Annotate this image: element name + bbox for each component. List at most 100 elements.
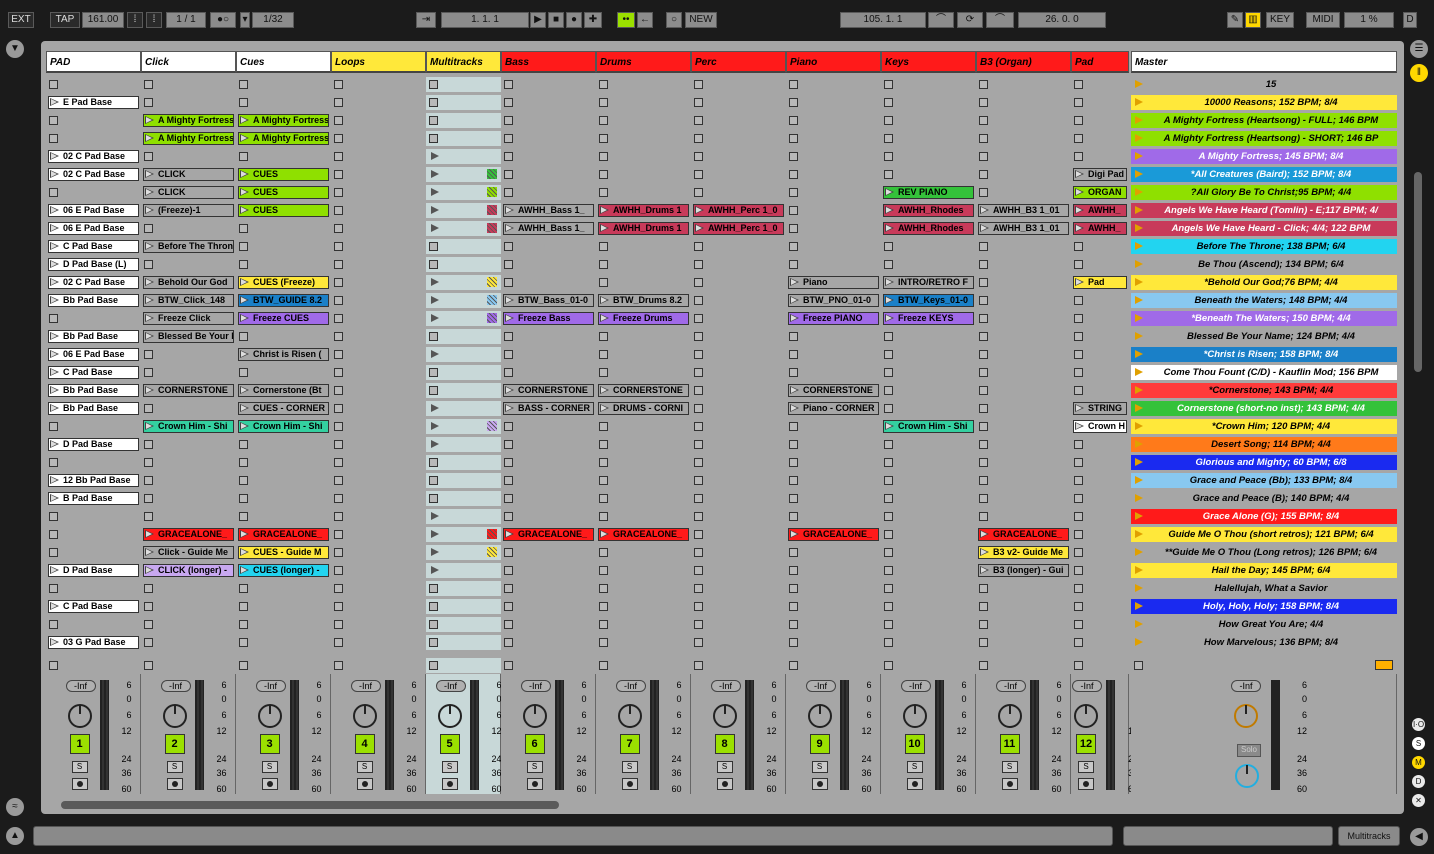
- clip[interactable]: AWHH_: [1073, 204, 1127, 217]
- clip[interactable]: Bb Pad Base: [48, 384, 139, 397]
- clip-slot[interactable]: Crown Him - Shi: [881, 419, 976, 434]
- stop-slot-icon[interactable]: [334, 332, 343, 341]
- clip-slot[interactable]: [691, 581, 786, 596]
- arm-button[interactable]: [526, 778, 543, 790]
- clip-slot[interactable]: GRACEALONE_: [501, 527, 596, 542]
- clip-launch-icon[interactable]: [885, 278, 894, 286]
- clip-launch-icon[interactable]: [1075, 206, 1084, 214]
- scene-launch-icon[interactable]: [1135, 278, 1143, 286]
- clip[interactable]: E Pad Base: [48, 96, 139, 109]
- clip-slot[interactable]: AWHH_Drums 1: [596, 203, 691, 218]
- stop-slot-icon[interactable]: [694, 620, 703, 629]
- clip-launch-icon[interactable]: [1075, 188, 1084, 196]
- solo-button[interactable]: S: [1001, 761, 1018, 773]
- scene-launch[interactable]: Angels We Have Heard (Tomlin) - E;117 BP…: [1131, 203, 1397, 218]
- clip-slot[interactable]: [976, 473, 1071, 488]
- clip[interactable]: GRACEALONE_: [978, 528, 1069, 541]
- stop-slot-icon[interactable]: [239, 638, 248, 647]
- vertical-scrollbar-thumb[interactable]: [1414, 172, 1422, 372]
- clip-launch-icon[interactable]: [145, 134, 154, 142]
- track-header[interactable]: Drums: [596, 51, 691, 73]
- stop-slot-icon[interactable]: [979, 458, 988, 467]
- clip-slot[interactable]: [331, 401, 426, 416]
- clip-slot[interactable]: [501, 257, 596, 272]
- clip-slot[interactable]: [786, 599, 881, 614]
- stop-button-slot[interactable]: [501, 658, 596, 673]
- clip-slot[interactable]: [881, 617, 976, 632]
- stop-slot-icon[interactable]: [884, 602, 893, 611]
- clip-slot[interactable]: 06 E Pad Base: [46, 347, 141, 362]
- stop-slot-icon[interactable]: [789, 350, 798, 359]
- clip-slot[interactable]: [976, 131, 1071, 146]
- clip-slot[interactable]: [976, 383, 1071, 398]
- clip-slot[interactable]: [691, 599, 786, 614]
- clip-slot[interactable]: [236, 77, 331, 92]
- clip-slot[interactable]: [426, 419, 501, 434]
- stop-slot-icon[interactable]: [334, 584, 343, 593]
- clip-launch-icon[interactable]: [980, 206, 989, 214]
- stop-slot-icon[interactable]: [239, 440, 248, 449]
- scene-launch-icon[interactable]: [1135, 350, 1143, 358]
- ext-sync-button[interactable]: EXT: [8, 12, 34, 28]
- volume-field[interactable]: -Inf: [65, 680, 96, 692]
- stop-clip-icon[interactable]: [49, 661, 58, 670]
- stop-slot-icon[interactable]: [789, 638, 798, 647]
- cue-volume-knob[interactable]: [1235, 764, 1259, 788]
- clip-slot[interactable]: [1071, 635, 1129, 650]
- stop-slot-icon[interactable]: [334, 80, 343, 89]
- pan-knob[interactable]: [902, 704, 927, 728]
- clip[interactable]: Freeze KEYS: [883, 312, 974, 325]
- clip-slot[interactable]: [331, 311, 426, 326]
- stop-slot-icon[interactable]: [49, 116, 58, 125]
- stop-slot-icon[interactable]: [504, 566, 513, 575]
- stop-slot-icon[interactable]: [334, 620, 343, 629]
- stop-slot-icon[interactable]: [1074, 152, 1083, 161]
- clip-slot[interactable]: [426, 599, 501, 614]
- stop-slot-icon[interactable]: [334, 440, 343, 449]
- scene-launch[interactable]: *Crown Him; 120 BPM; 4/4: [1131, 419, 1397, 434]
- stop-clip-icon[interactable]: [789, 661, 798, 670]
- clip-slot[interactable]: [236, 473, 331, 488]
- clip[interactable]: 06 E Pad Base: [48, 204, 139, 217]
- clip-slot[interactable]: [786, 455, 881, 470]
- stop-slot-icon[interactable]: [694, 134, 703, 143]
- stop-slot-icon[interactable]: [504, 116, 513, 125]
- stop-slot-icon[interactable]: [504, 512, 513, 521]
- clip-slot[interactable]: [141, 509, 236, 524]
- clip-slot[interactable]: [236, 491, 331, 506]
- arrangement-view-icon[interactable]: ‖: [1410, 64, 1428, 82]
- clip-slot[interactable]: BTW_Bass_01-0: [501, 293, 596, 308]
- clip-slot[interactable]: CORNERSTONE: [786, 383, 881, 398]
- clip[interactable]: Blessed Be Your Name: [143, 330, 234, 343]
- stop-slot-icon[interactable]: [144, 80, 153, 89]
- clip-launch-icon[interactable]: [145, 116, 154, 124]
- clip-slot[interactable]: [236, 239, 331, 254]
- clip-slot[interactable]: [786, 203, 881, 218]
- clip-launch-icon[interactable]: [790, 530, 799, 538]
- clip-slot[interactable]: [501, 167, 596, 182]
- stop-all-icon[interactable]: [1134, 661, 1143, 670]
- clip-slot[interactable]: AWHH_B3 1_01: [976, 203, 1071, 218]
- stop-button-slot[interactable]: [1071, 658, 1129, 673]
- stop-slot-icon[interactable]: [334, 206, 343, 215]
- stop-slot-icon[interactable]: [789, 80, 798, 89]
- clip-slot[interactable]: [786, 617, 881, 632]
- stop-slot-icon[interactable]: [429, 494, 438, 503]
- clip-slot[interactable]: [426, 617, 501, 632]
- clip-slot[interactable]: [786, 581, 881, 596]
- clip-slot[interactable]: [596, 149, 691, 164]
- clip-launch-icon[interactable]: [50, 404, 59, 412]
- group-launch-icon[interactable]: [431, 278, 439, 286]
- clip-slot[interactable]: 12 Bb Pad Base: [46, 473, 141, 488]
- clip-slot[interactable]: [331, 383, 426, 398]
- clip-launch-icon[interactable]: [790, 314, 799, 322]
- stop-slot-icon[interactable]: [599, 170, 608, 179]
- clip-slot[interactable]: [331, 239, 426, 254]
- stop-slot-icon[interactable]: [504, 638, 513, 647]
- clip[interactable]: CORNERSTONE: [788, 384, 879, 397]
- stop-slot-icon[interactable]: [49, 548, 58, 557]
- stop-slot-icon[interactable]: [504, 476, 513, 485]
- pan-knob[interactable]: [997, 704, 1022, 728]
- clip-slot[interactable]: [596, 419, 691, 434]
- stop-slot-icon[interactable]: [979, 152, 988, 161]
